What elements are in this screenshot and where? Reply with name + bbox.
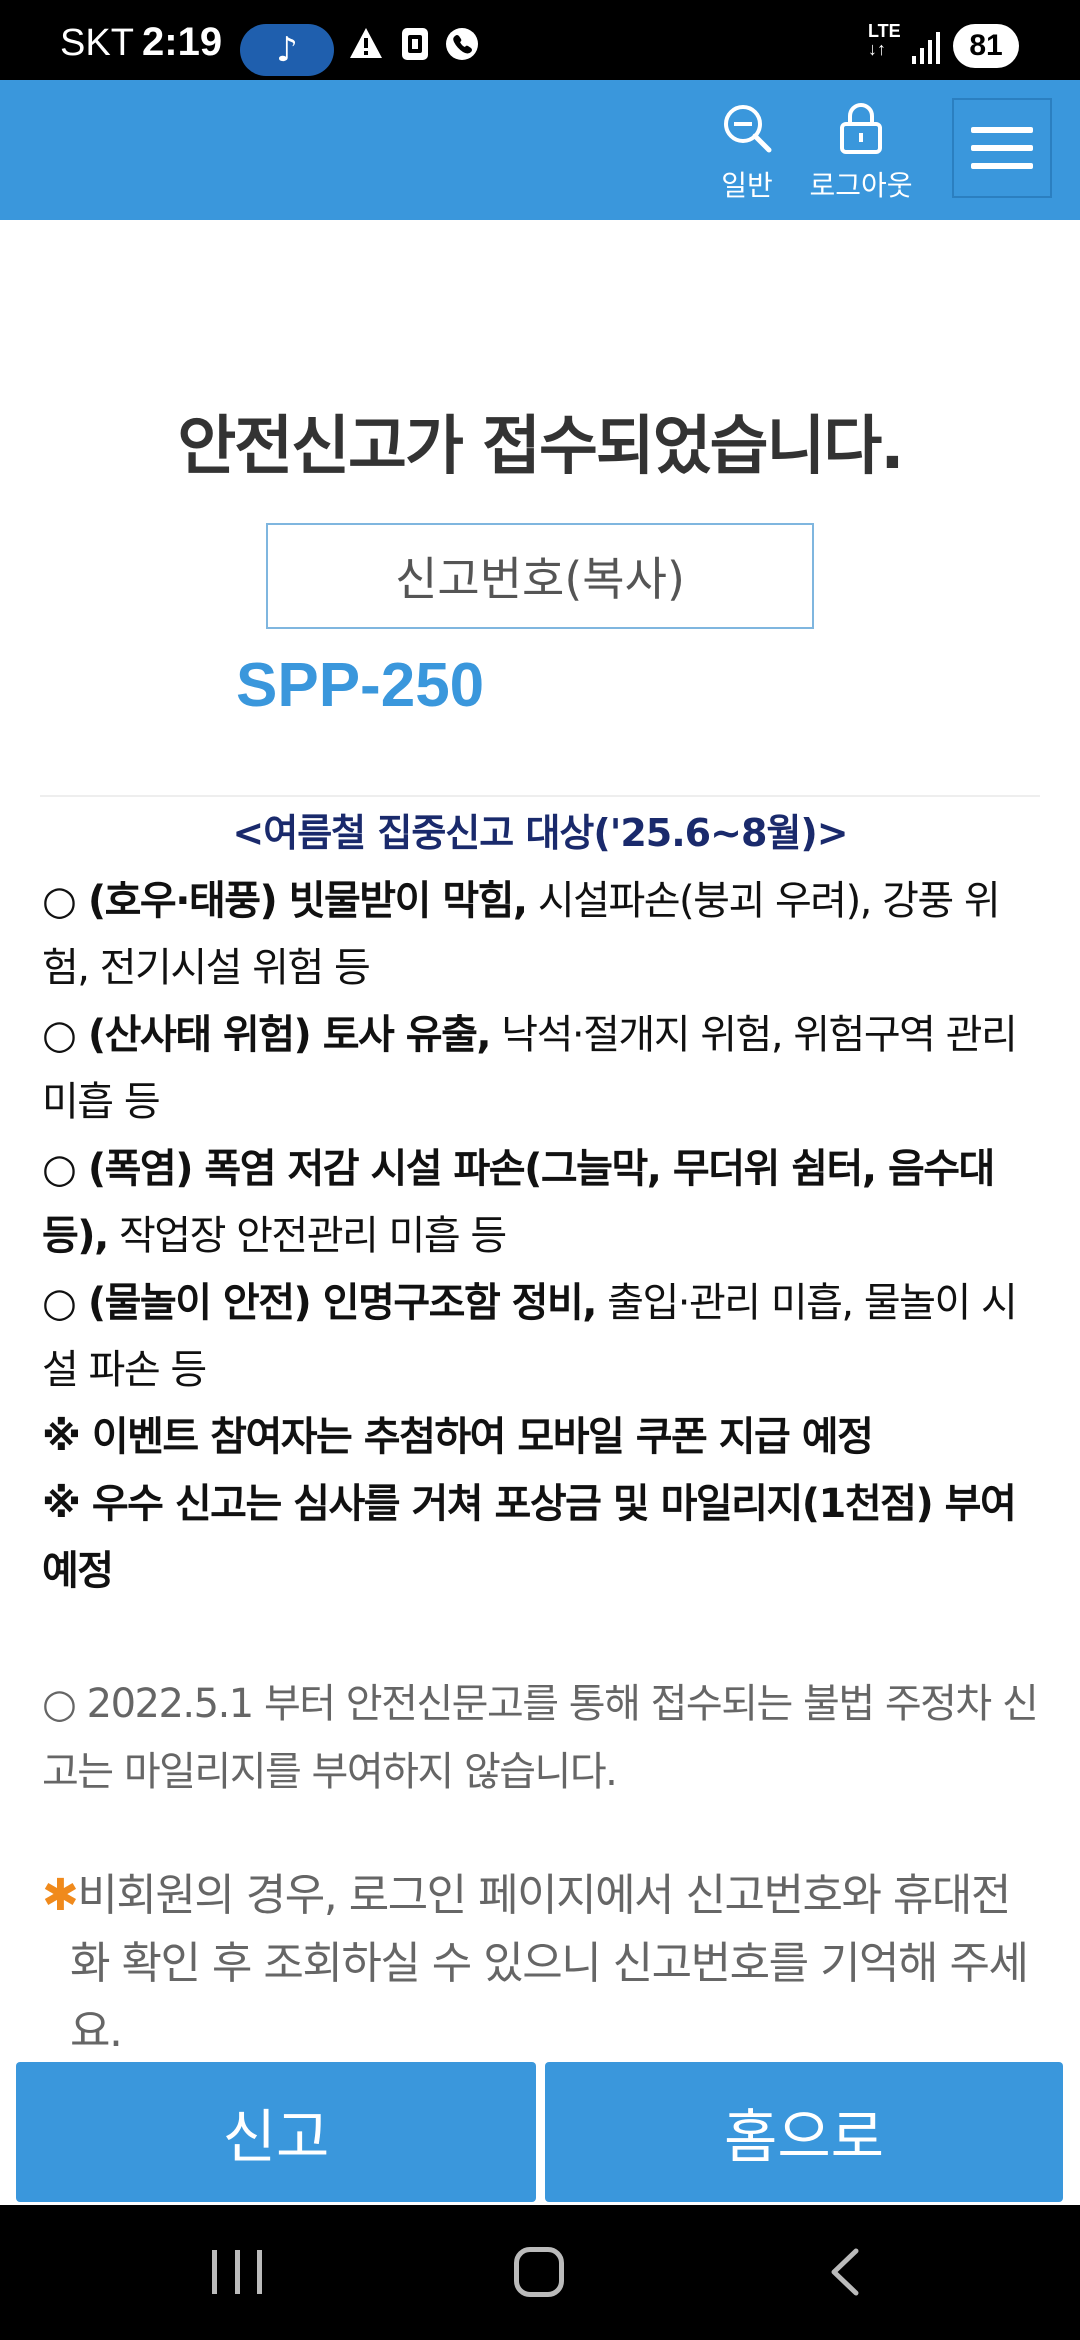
system-nav-bar [0,2205,1080,2340]
status-bar: SKT 2:19 ♪ LTE ↓↑ 81 [0,0,1080,80]
notice-item-bold: ○ (호우·태풍) 빗물받이 막힘, [42,878,528,924]
notice-item: ○ (물놀이 안전) 인명구조함 정비, 출입·관리 미흡, 물놀이 시설 파손… [42,1270,1042,1404]
hamburger-icon-line [971,163,1033,169]
notice-title: <여름철 집중신고 대상('25.6~8월)> [232,811,848,855]
lock-icon [840,103,882,154]
menu-button[interactable] [952,98,1052,198]
general-label: 일반 [721,169,773,202]
logout-button[interactable]: 로그아웃 [808,102,914,204]
lte-label: LTE [868,21,901,41]
event-notice-text: ※ 우수 신고는 심사를 거쳐 포상금 및 마일리지(1천점) 부여 예정 [42,1481,1017,1594]
zoom-out-icon [724,105,772,153]
clock: 2:19 [142,20,223,64]
home-nav-icon[interactable] [514,2247,564,2297]
page-title: 안전신고가 접수되었습니다. [177,410,904,484]
divider [40,795,1040,797]
app-header: 일반 로그아웃 [0,80,1080,220]
battery-icon: 81 [953,24,1019,68]
logout-label: 로그아웃 [809,169,913,202]
report-number: SPP-250 [236,651,485,720]
notice-item-text: 작업장 안전관리 미흡 등 [107,1213,507,1259]
event-notice-text: ※ 이벤트 참여자는 추첨하여 모바일 쿠폰 지급 예정 [42,1414,874,1460]
recents-icon[interactable] [212,2250,262,2294]
carrier-label: SKT [60,22,134,64]
hamburger-icon-line [971,127,1033,133]
notice-item: ○ (폭염) 폭염 저감 시설 파손(그늘막, 무더위 쉼터, 음수대 등), … [42,1136,1042,1270]
notice-item-bold: ○ (물놀이 안전) 인명구조함 정비, [42,1280,597,1326]
battery-level: 81 [969,29,1003,62]
notice-list: ○ (호우·태풍) 빗물받이 막힘, 시설파손(붕괴 우려), 강풍 위험, 전… [42,868,1042,1605]
home-button[interactable]: 홈으로 [545,2062,1063,2202]
non-member-notice-text: 비회원의 경우, 로그인 페이지에서 신고번호와 휴대전화 확인 후 조회하실 … [70,1870,1029,2054]
non-member-notice: ✱비회원의 경우, 로그인 페이지에서 신고번호와 휴대전화 확인 후 조회하실… [42,1862,1042,2054]
report-button[interactable]: 신고 [16,2062,536,2202]
bottom-action-bar: 신고 홈으로 [0,2050,1080,2205]
call-icon [444,26,480,71]
lte-icon: LTE ↓↑ [868,21,901,59]
event-notice: ※ 우수 신고는 심사를 거쳐 포상금 및 마일리지(1천점) 부여 예정 [42,1471,1042,1605]
back-icon[interactable] [822,2247,872,2297]
warning-icon [348,26,384,69]
music-note-icon: ♪ [240,24,334,76]
notice-item-bold: ○ (산사태 위험) 토사 유출, [42,1012,492,1058]
general-mode-button[interactable]: 일반 [712,102,782,204]
signal-icon [912,32,940,64]
event-notice: ※ 이벤트 참여자는 추첨하여 모바일 쿠폰 지급 예정 [42,1404,1042,1471]
copy-report-number-button[interactable]: 신고번호(복사) [266,523,814,629]
hamburger-icon-line [971,145,1033,151]
sim-icon [398,26,432,71]
music-note-glyph: ♪ [276,30,298,70]
parking-notice: ○ 2022.5.1 부터 안전신문고를 통해 접수되는 불법 주정차 신고는 … [42,1681,1039,1795]
asterisk-icon: ✱ [42,1870,79,1921]
notice-item: ○ (산사태 위험) 토사 유출, 낙석·절개지 위험, 위험구역 관리 미흡 … [42,1002,1042,1136]
notice-item: ○ (호우·태풍) 빗물받이 막힘, 시설파손(붕괴 우려), 강풍 위험, 전… [42,868,1042,1002]
